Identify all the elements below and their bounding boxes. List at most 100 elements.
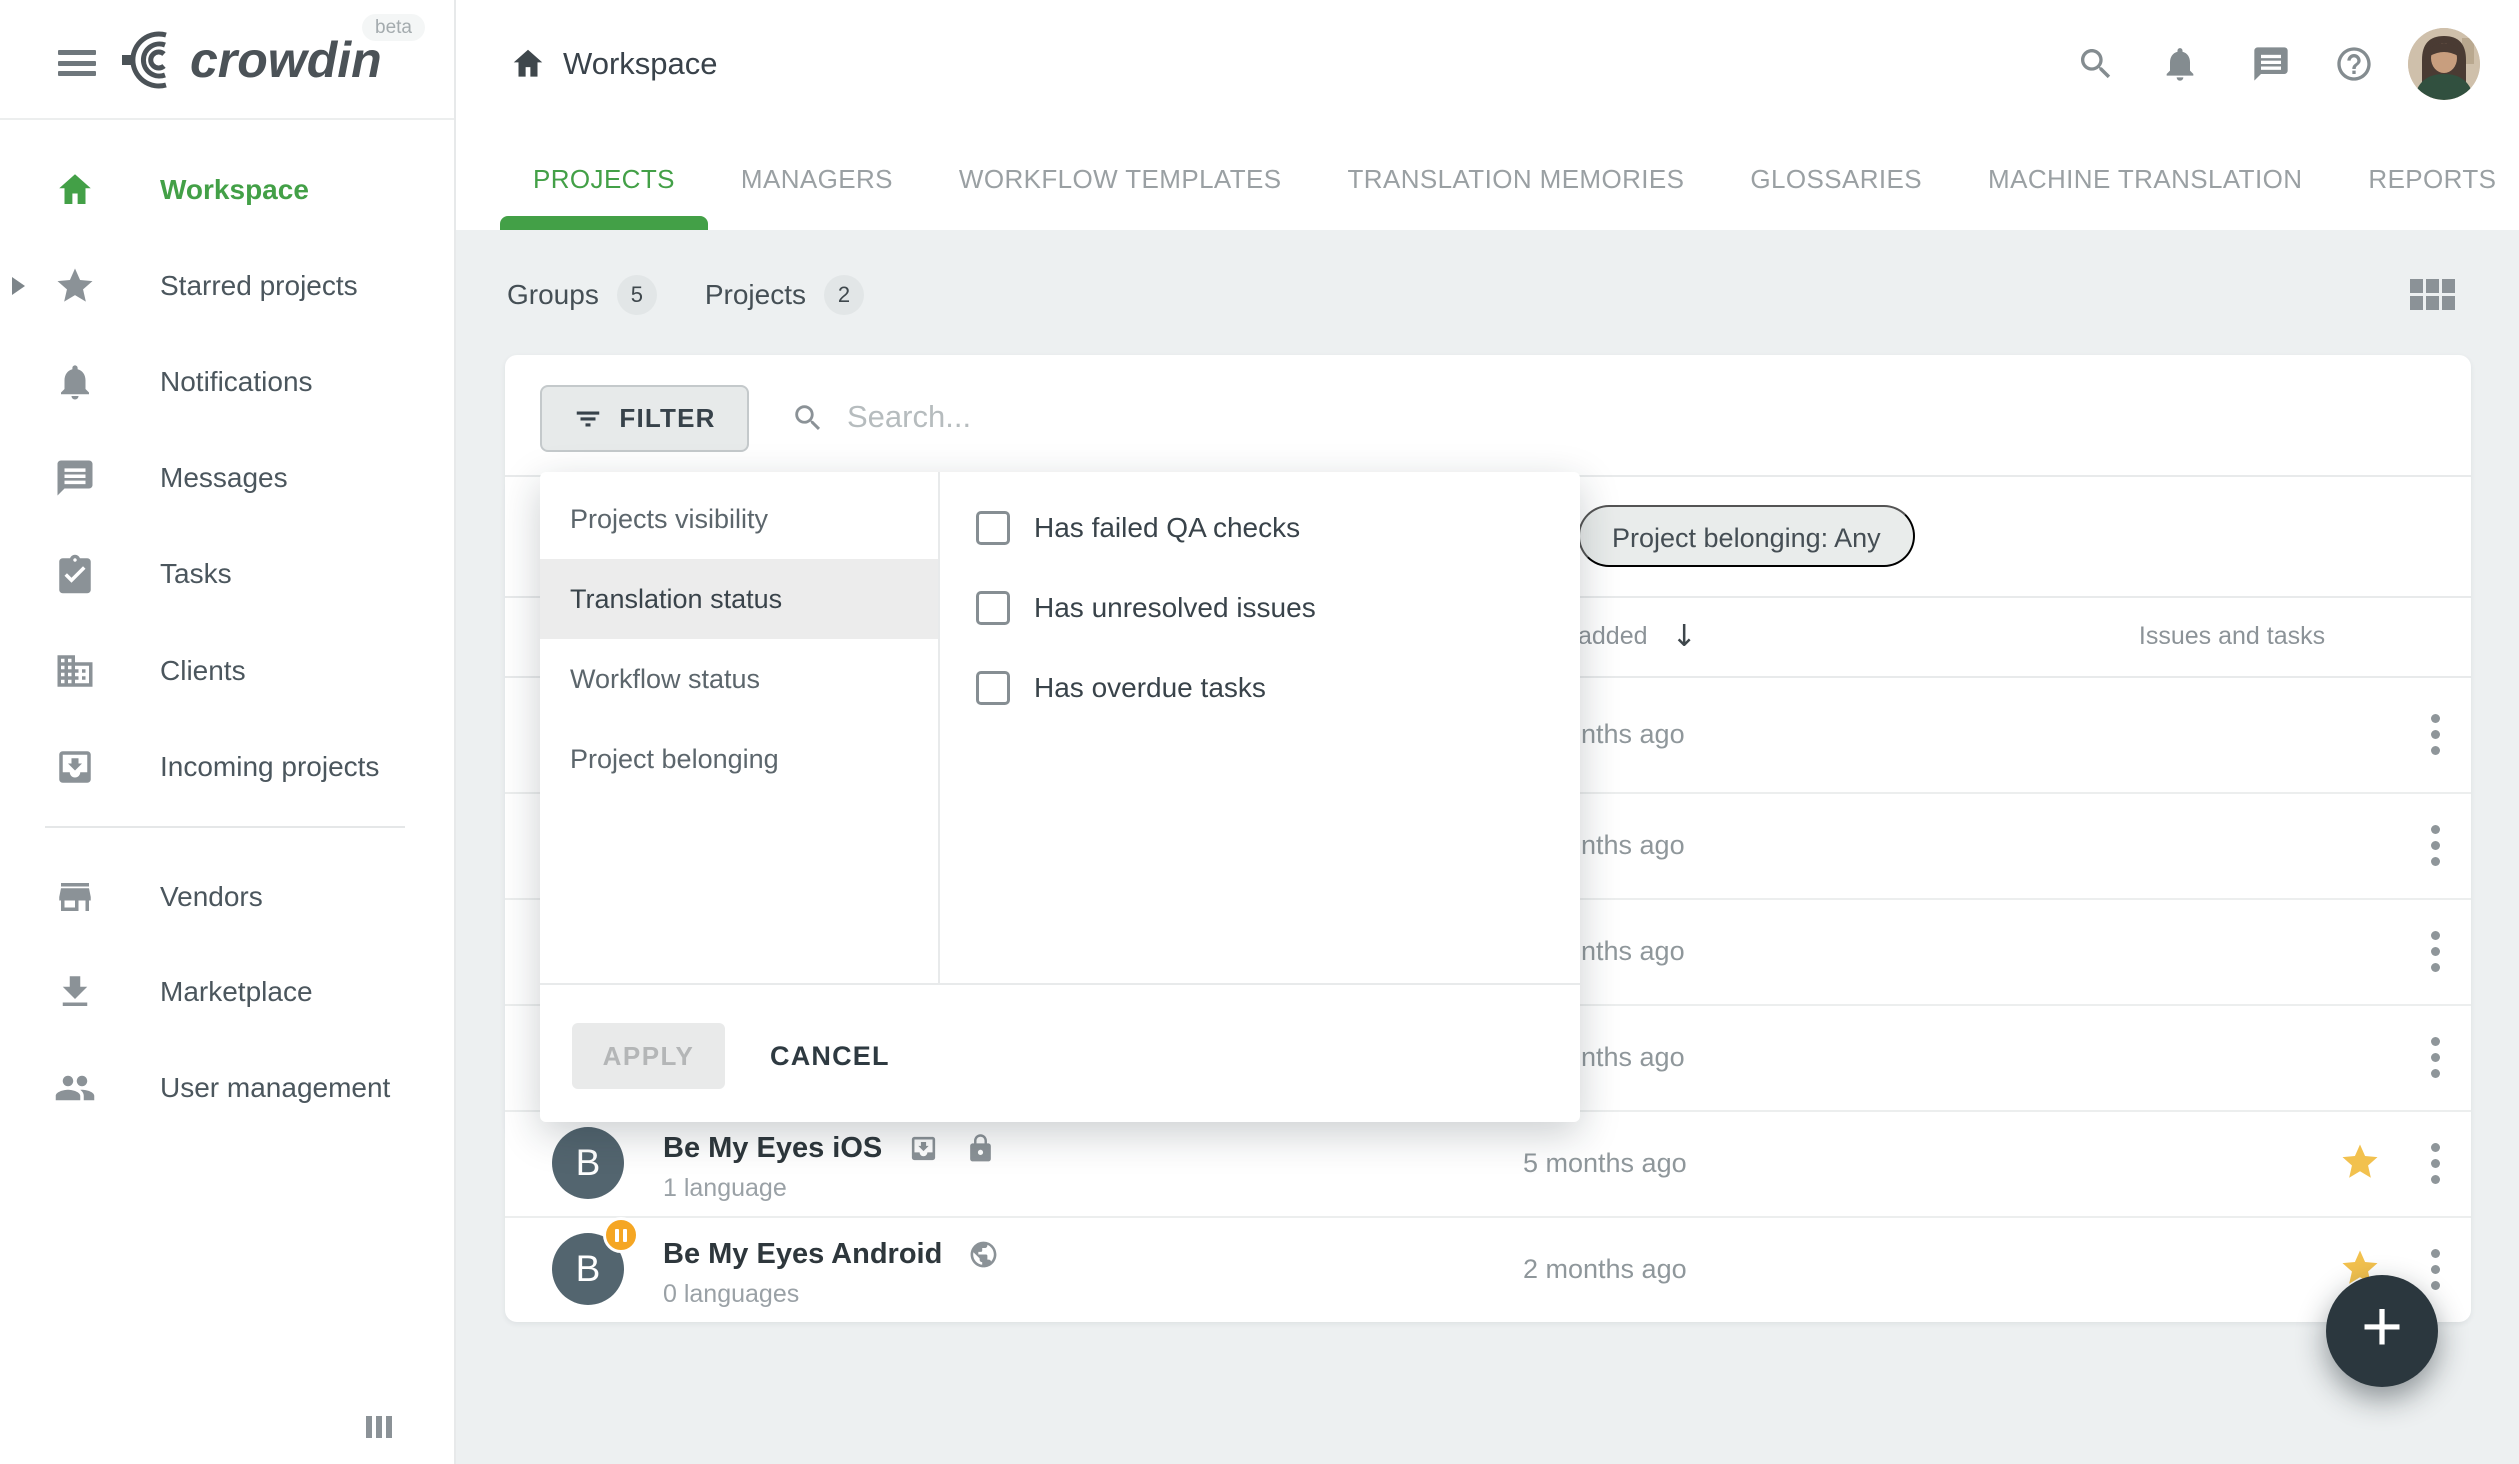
home-icon (54, 169, 96, 211)
people-icon (54, 1067, 96, 1109)
building-icon (54, 650, 96, 692)
paused-badge-icon (603, 1217, 639, 1253)
sidebar: crowdin beta Workspace Starred projects … (0, 0, 456, 1464)
page-title: Workspace (563, 46, 718, 82)
option-has-overdue-tasks[interactable]: Has overdue tasks (976, 652, 1266, 724)
storefront-icon (54, 876, 96, 918)
filter-section-projects-visibility[interactable]: Projects visibility (540, 479, 938, 559)
user-avatar[interactable] (2408, 28, 2480, 100)
filter-section-workflow-status[interactable]: Workflow status (540, 639, 938, 719)
sidebar-item-label: Marketplace (160, 976, 313, 1008)
row-menu-kebab-icon[interactable] (2417, 706, 2453, 762)
sidebar-item-label: User management (160, 1072, 390, 1104)
sidebar-item-workspace[interactable]: Workspace (0, 142, 456, 238)
messages-chat-icon[interactable] (2251, 44, 2291, 84)
sidebar-item-notifications[interactable]: Notifications (0, 334, 456, 430)
filter-button[interactable]: FILTER (540, 385, 749, 452)
project-languages: 1 language (663, 1174, 787, 1203)
sort-desc-icon: ↓ (1672, 619, 1697, 654)
breadcrumb: Workspace (509, 0, 718, 128)
inbox-download-icon (54, 746, 96, 788)
sidebar-item-tasks[interactable]: Tasks (0, 526, 456, 622)
globe-icon (968, 1239, 999, 1270)
groups-toggle[interactable]: Groups (507, 279, 599, 311)
home-icon (509, 45, 547, 83)
sidebar-item-label: Incoming projects (160, 751, 379, 783)
star-icon[interactable] (2337, 1140, 2383, 1186)
grid-view-icon[interactable] (2404, 266, 2460, 322)
groups-projects-summary: Groups 5 Projects 2 (507, 263, 864, 327)
row-menu-kebab-icon[interactable] (2417, 817, 2453, 873)
crowdin-workspace-app: crowdin beta Workspace Starred projects … (0, 0, 2519, 1464)
tab-projects[interactable]: PROJECTS (500, 128, 708, 230)
tab-workflow-templates[interactable]: WORKFLOW TEMPLATES (926, 128, 1315, 230)
message-icon (54, 457, 96, 499)
project-languages: 0 languages (663, 1280, 799, 1309)
project-avatar: B (552, 1233, 624, 1305)
add-project-fab[interactable]: + (2326, 1275, 2438, 1387)
row-date: nths ago (1581, 898, 1685, 1004)
filter-section-project-belonging[interactable]: Project belonging (540, 719, 938, 799)
search-icon[interactable] (2076, 44, 2116, 84)
checkbox[interactable] (976, 591, 1010, 625)
project-avatar: B (552, 1127, 624, 1199)
help-icon[interactable] (2334, 44, 2374, 84)
row-menu-kebab-icon[interactable] (2417, 1241, 2453, 1297)
topbar: Workspace (456, 0, 2519, 230)
project-row-be-my-eyes-ios[interactable]: B Be My Eyes iOS 1 language 5 months ago (505, 1110, 2471, 1216)
option-has-failed-qa-checks[interactable]: Has failed QA checks (976, 492, 1300, 564)
sidebar-item-starred-projects[interactable]: Starred projects (0, 238, 456, 334)
tab-machine-translation[interactable]: MACHINE TRANSLATION (1955, 128, 2335, 230)
sidebar-item-vendors[interactable]: Vendors (0, 849, 456, 945)
sidebar-item-label: Messages (160, 462, 288, 494)
column-header-issues-and-tasks: Issues and tasks (2105, 596, 2359, 676)
search-icon (791, 401, 825, 435)
sidebar-item-label: Clients (160, 655, 246, 687)
project-row-be-my-eyes-android[interactable]: B Be My Eyes Android 0 languages 2 month… (505, 1216, 2471, 1322)
option-has-unresolved-issues[interactable]: Has unresolved issues (976, 572, 1316, 644)
tab-translation-memories[interactable]: TRANSLATION MEMORIES (1315, 128, 1718, 230)
sidebar-header: crowdin beta (0, 0, 454, 120)
column-header-added[interactable]: added ↓ (1578, 596, 1697, 676)
projects-count-badge: 2 (824, 275, 864, 315)
filter-chip-project-belonging[interactable]: Project belonging: Any (1578, 505, 1915, 567)
star-icon (54, 265, 96, 307)
filter-section-translation-status[interactable]: Translation status (540, 559, 938, 639)
checkbox[interactable] (976, 511, 1010, 545)
tab-glossaries[interactable]: GLOSSARIES (1717, 128, 1955, 230)
filter-icon (573, 404, 603, 434)
sidebar-item-label: Starred projects (160, 270, 358, 302)
search-input[interactable] (847, 381, 1547, 453)
project-title[interactable]: Be My Eyes Android (663, 1238, 942, 1271)
content-area: Groups 5 Projects 2 FILTER Project belon… (456, 230, 2519, 1464)
plus-icon: + (2361, 1286, 2403, 1368)
apply-button[interactable]: APPLY (572, 1023, 725, 1089)
sidebar-item-clients[interactable]: Clients (0, 623, 456, 719)
cancel-button[interactable]: CANCEL (770, 1023, 890, 1089)
row-date: 2 months ago (1523, 1216, 1687, 1322)
sidebar-item-messages[interactable]: Messages (0, 430, 456, 526)
notifications-bell-icon[interactable] (2160, 44, 2200, 84)
sidebar-item-label: Workspace (160, 174, 309, 206)
sidebar-item-label: Vendors (160, 881, 263, 913)
sidebar-item-marketplace[interactable]: Marketplace (0, 944, 456, 1040)
row-menu-kebab-icon[interactable] (2417, 1135, 2453, 1191)
projects-toggle[interactable]: Projects (705, 279, 806, 311)
sidebar-item-user-management[interactable]: User management (0, 1040, 456, 1136)
row-menu-kebab-icon[interactable] (2417, 923, 2453, 979)
row-menu-kebab-icon[interactable] (2417, 1029, 2453, 1085)
lock-icon (965, 1133, 996, 1164)
top-tabs: PROJECTS MANAGERS WORKFLOW TEMPLATES TRA… (456, 128, 2519, 230)
tab-managers[interactable]: MANAGERS (708, 128, 926, 230)
project-title[interactable]: Be My Eyes iOS (663, 1132, 882, 1165)
inbox-download-icon (908, 1133, 939, 1164)
bell-icon (54, 361, 96, 403)
hamburger-menu-icon[interactable] (58, 50, 96, 76)
panel-divider (540, 983, 1580, 985)
tab-reports[interactable]: REPORTS (2335, 128, 2519, 230)
checkbox[interactable] (976, 671, 1010, 705)
sidebar-collapse-icon[interactable] (366, 1416, 392, 1438)
filter-button-label: FILTER (619, 403, 715, 434)
groups-count-badge: 5 (617, 275, 657, 315)
sidebar-item-incoming-projects[interactable]: Incoming projects (0, 719, 456, 815)
